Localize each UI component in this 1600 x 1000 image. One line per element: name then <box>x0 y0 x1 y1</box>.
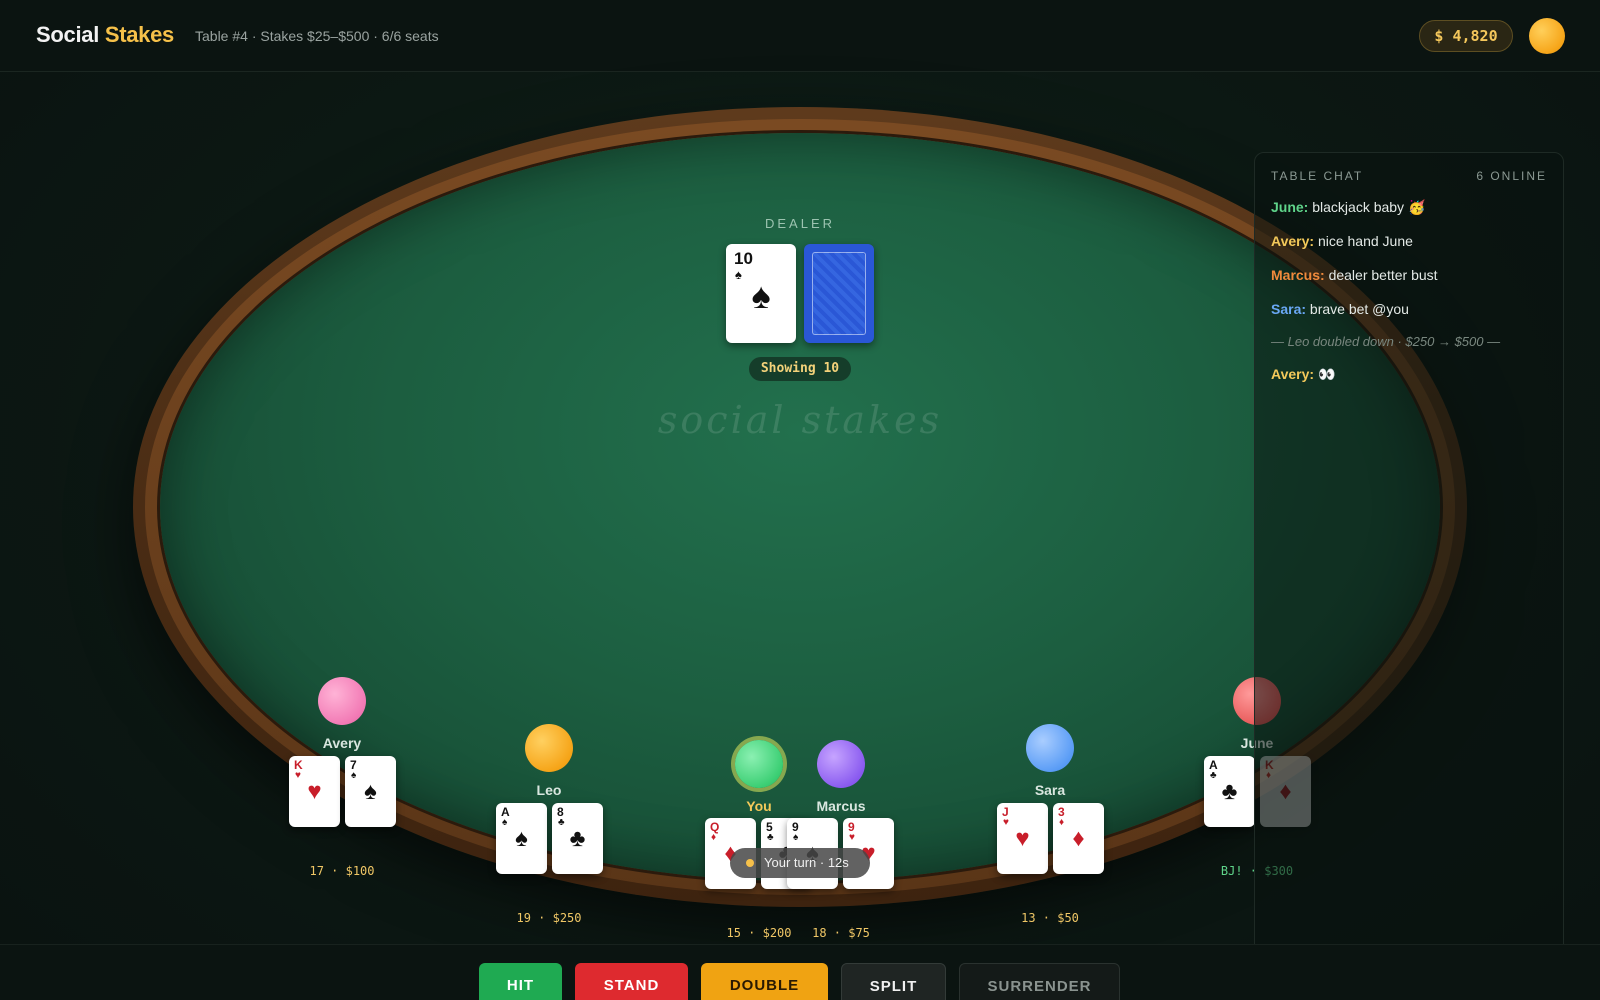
hand-info-sara: 13 · $50 <box>1021 911 1079 925</box>
brand-logo[interactable]: Social Stakes <box>36 22 174 48</box>
balance-badge: $ 4,820 <box>1419 20 1513 52</box>
chat-message: Sara: brave bet @you <box>1271 301 1551 317</box>
player-name-sara: Sara <box>1034 782 1066 798</box>
chat-message: Avery: nice hand June <box>1271 233 1551 249</box>
card-leo-1: A ♠ ♠ <box>496 803 547 874</box>
avatar-sara[interactable] <box>1026 724 1074 772</box>
card-sara-2: 3 ♦ ♦ <box>1053 803 1104 874</box>
player-name-leo: Leo <box>536 782 562 798</box>
chat-title: TABLE CHAT <box>1271 169 1364 183</box>
dealer-label: DEALER <box>764 216 836 231</box>
player-name-marcus: Marcus <box>816 798 866 814</box>
avatar-leo[interactable] <box>525 724 573 772</box>
chat-text: nice hand June <box>1317 233 1413 249</box>
turn-indicator-text: Your turn · 12s <box>764 855 849 870</box>
card-suit-large: ♥ <box>1015 825 1030 852</box>
chat-message: Avery: 👀 <box>1271 366 1551 383</box>
surrender-button[interactable]: SURRENDER <box>959 963 1120 1000</box>
stand-button[interactable]: STAND <box>575 963 688 1000</box>
card-suit-large: ♠ <box>364 778 377 805</box>
avatar-marcus[interactable] <box>817 740 865 788</box>
table-chat-panel: TABLE CHAT 6 ONLINE June: blackjack baby… <box>1254 152 1564 996</box>
avatar-you[interactable] <box>735 740 783 788</box>
card-avery-2: 7 ♠ ♠ <box>345 756 396 827</box>
brand-word-stakes: Stakes <box>104 22 174 47</box>
player-name-avery: Avery <box>322 735 362 751</box>
card-avery-1: K ♥ ♥ <box>289 756 340 827</box>
dealer-hole-card <box>804 244 874 343</box>
chat-author: Avery: <box>1271 233 1315 249</box>
chat-author: June: <box>1271 199 1309 215</box>
hand-info-avery: 17 · $100 <box>309 864 375 878</box>
chat-author: Marcus: <box>1271 267 1325 283</box>
brand-word-social: Social <box>36 22 100 47</box>
chat-message: Marcus: dealer better bust <box>1271 267 1551 283</box>
card-suit-large: ♠ <box>751 275 771 316</box>
card-suit-large: ♦ <box>1072 825 1085 852</box>
table-info: Table #4 · Stakes $25–$500 · 6/6 seats <box>195 28 439 44</box>
chat-text: 👀 <box>1317 366 1336 382</box>
profile-avatar[interactable] <box>1529 18 1565 54</box>
card-suit-large: ♥ <box>307 778 322 805</box>
blackjack-app: Social Stakes Table #4 · Stakes $25–$500… <box>0 0 1600 1000</box>
hand-info-leo: 19 · $250 <box>516 911 582 925</box>
double-button[interactable]: DOUBLE <box>701 963 828 1000</box>
dealer-showing-badge: Showing 10 <box>749 357 851 381</box>
chat-online-count: 6 ONLINE <box>1476 169 1547 183</box>
chat-text: blackjack baby 🥳 <box>1312 199 1426 215</box>
top-bar: Social Stakes Table #4 · Stakes $25–$500… <box>0 0 1600 72</box>
turn-indicator: Your turn · 12s <box>730 848 870 878</box>
avatar-avery[interactable] <box>318 677 366 725</box>
table-watermark: social stakes <box>657 398 943 442</box>
card-june-1: A ♣ ♣ <box>1204 756 1255 827</box>
card-suit-large: ♣ <box>569 825 586 852</box>
card-suit-large: ♣ <box>1221 778 1238 805</box>
chat-message: June: blackjack baby 🥳 <box>1271 199 1551 216</box>
card-rank: 10 <box>734 249 753 268</box>
split-button[interactable]: SPLIT <box>841 963 946 1000</box>
card-leo-2: 8 ♣ ♣ <box>552 803 603 874</box>
card-suit-large: ♠ <box>515 825 528 852</box>
chat-author: Avery: <box>1271 366 1315 382</box>
card-back-pattern <box>812 252 866 335</box>
card-sara-1: J ♥ ♥ <box>997 803 1048 874</box>
chat-system-message: — Leo doubled down · $250 → $500 — <box>1271 334 1501 349</box>
chat-text: dealer better bust <box>1328 267 1438 283</box>
chat-text: brave bet @you <box>1309 301 1409 317</box>
hit-button[interactable]: HIT <box>479 963 562 1000</box>
turn-dot-icon <box>746 859 754 867</box>
hand-info-marcus: 18 · $75 <box>812 926 870 940</box>
action-bar: HIT STAND DOUBLE SPLIT SURRENDER <box>0 944 1600 1000</box>
dealer-up-card: 10 ♠ ♠ <box>726 244 796 343</box>
chat-author: Sara: <box>1271 301 1307 317</box>
